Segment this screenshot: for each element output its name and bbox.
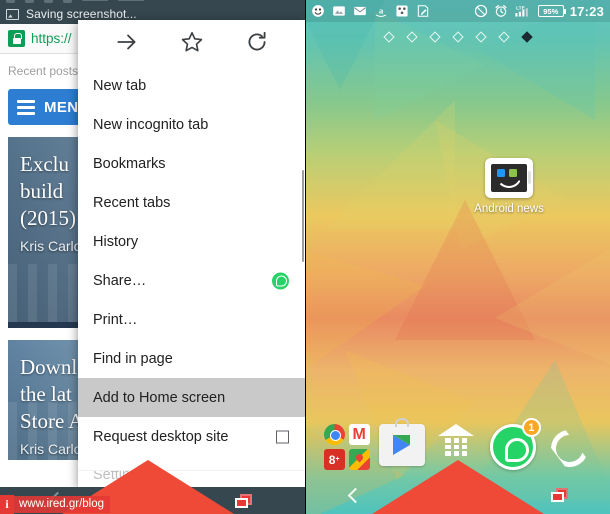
shortcut-label: Android news — [474, 203, 544, 215]
status-system-icons: LTE 95% 17:23 — [474, 4, 604, 19]
page-dot[interactable] — [474, 31, 487, 43]
battery-icon: 95% — [537, 5, 567, 17]
menu-scrollbar[interactable] — [301, 170, 304, 262]
screenshot-icon — [6, 8, 19, 20]
menu-item-share[interactable]: Share… — [78, 261, 305, 300]
menu-item-add-to-home-screen[interactable]: Add to Home screen — [78, 378, 305, 417]
google-folder[interactable]: 8+ — [323, 424, 370, 470]
menu-item-label: Share… — [93, 272, 147, 289]
page-dot-active[interactable] — [520, 31, 533, 43]
puzzle-app-icon — [395, 4, 409, 18]
forward-icon[interactable] — [114, 29, 140, 55]
menu-item-bookmarks[interactable]: Bookmarks — [78, 144, 305, 183]
watermark: i www.ired.gr/blog — [0, 495, 111, 514]
menu-item-label: Request desktop site — [93, 428, 229, 445]
status-bar: a LTE 95% 17:23 — [305, 0, 610, 22]
shortcut-android-news[interactable]: Android news — [468, 158, 550, 215]
menu-icon-row — [78, 20, 305, 64]
dual-phone-screenshot: Recent posts MENU Exclu build (2015) Kri… — [0, 0, 610, 514]
page-dot[interactable] — [497, 31, 510, 43]
lte-signal-icon: LTE — [514, 4, 532, 18]
page-dot[interactable] — [405, 31, 418, 43]
screen-divider — [305, 0, 306, 514]
hamburger-icon — [17, 99, 35, 115]
request-desktop-site-checkbox[interactable] — [276, 430, 289, 443]
reload-icon[interactable] — [244, 29, 270, 55]
menu-item-label: Find in page — [93, 350, 173, 367]
chrome-overflow-menu: New tab New incognito tab Bookmarks Rece… — [78, 20, 305, 487]
recents-icon[interactable] — [235, 494, 252, 508]
amazon-icon: a — [374, 4, 388, 18]
url-text: https:// — [31, 31, 72, 46]
do-not-disturb-icon — [474, 4, 488, 18]
whatsapp-icon[interactable] — [272, 272, 289, 289]
whatsapp-badge: 1 — [521, 418, 541, 437]
page-dot[interactable] — [428, 31, 441, 43]
menu-item-label: Add to Home screen — [93, 389, 226, 406]
phone-icon[interactable] — [545, 424, 591, 470]
notification-text: Saving screenshot... — [26, 7, 137, 21]
menu-item-label: New incognito tab — [93, 116, 209, 133]
gmail-icon — [348, 424, 370, 445]
status-icons-faded — [6, 0, 144, 3]
menu-item-label: Print… — [93, 311, 138, 328]
menu-item-label: Bookmarks — [93, 155, 166, 172]
right-phone-screen: a LTE 95% 17:23 Android news M 8 + 1 — [305, 0, 610, 514]
menu-item-label: Recent tabs — [93, 194, 171, 211]
google-plus-icon: 8 + — [323, 449, 345, 470]
android-news-icon — [485, 158, 533, 198]
lock-icon — [8, 30, 25, 47]
menu-item-history[interactable]: History — [78, 222, 305, 261]
menu-item-label: History — [93, 233, 139, 250]
svg-text:a: a — [379, 5, 384, 15]
gallery-icon — [332, 4, 346, 18]
watermark-text: www.ired.gr/blog — [14, 496, 111, 513]
chrome-icon — [323, 424, 345, 445]
menu-item-find-in-page[interactable]: Find in page — [78, 339, 305, 378]
menu-item-label: New tab — [93, 77, 147, 94]
menu-item-recent-tabs[interactable]: Recent tabs — [78, 183, 305, 222]
battery-percent: 95% — [543, 6, 559, 16]
maps-icon — [348, 449, 370, 470]
menu-item-request-desktop-site[interactable]: Request desktop site — [78, 417, 305, 456]
bookmark-star-icon[interactable] — [179, 29, 205, 55]
page-dot[interactable] — [451, 31, 464, 43]
menu-item-print[interactable]: Print… — [78, 300, 305, 339]
alarm-icon — [494, 4, 508, 18]
menu-item-new-incognito-tab[interactable]: New incognito tab — [78, 105, 305, 144]
status-notification-icons: a — [311, 4, 430, 18]
menu-item-new-tab[interactable]: New tab — [78, 66, 305, 105]
notepad-icon — [416, 4, 430, 18]
smiley-icon — [311, 4, 325, 18]
mail-icon — [353, 4, 367, 18]
watermark-logo: i — [0, 495, 14, 514]
clock: 17:23 — [569, 3, 604, 19]
menu-item-list: New tab New incognito tab Bookmarks Rece… — [78, 64, 305, 456]
home-button-annotation-arrow — [372, 460, 544, 514]
page-indicator — [305, 31, 610, 43]
left-phone-screen: Recent posts MENU Exclu build (2015) Kri… — [0, 0, 305, 514]
page-dot[interactable] — [382, 31, 395, 43]
